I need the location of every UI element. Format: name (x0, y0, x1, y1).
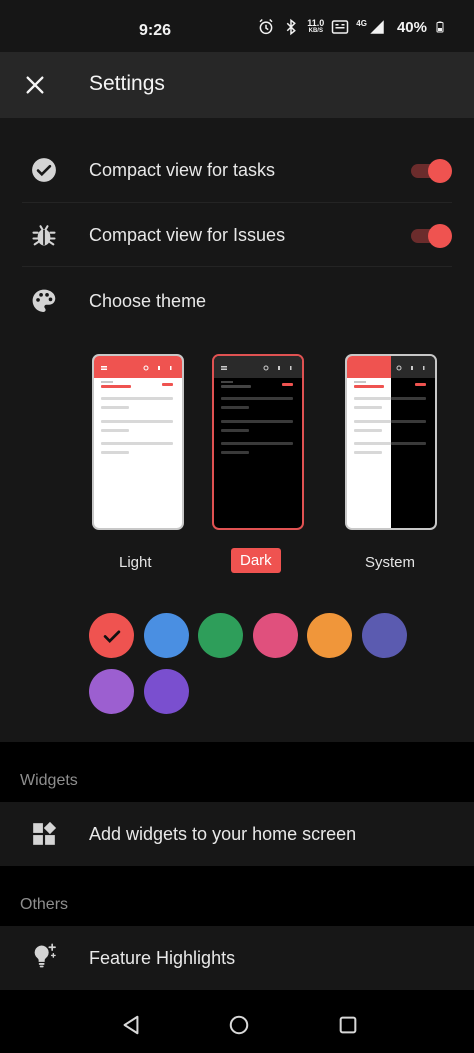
signal-icon (370, 20, 384, 34)
accent-color-swatch[interactable] (361, 613, 407, 658)
accent-color-swatch[interactable] (89, 613, 134, 658)
feature-highlights-row[interactable]: Feature Highlights (0, 926, 474, 990)
theme-card-dark[interactable] (212, 354, 304, 530)
battery-percent: 40% (396, 18, 427, 36)
compact-tasks-row[interactable]: Compact view for tasks (0, 138, 474, 202)
toggle-thumb (428, 159, 452, 183)
compact-issues-toggle[interactable] (408, 224, 452, 248)
compact-issues-row[interactable]: Compact view for Issues (0, 203, 474, 267)
compact-tasks-toggle[interactable] (408, 159, 452, 183)
checkmark-icon (103, 630, 120, 643)
status-icons: 11.0 KB/S 4G 40% (257, 18, 446, 36)
widgets-icon (30, 820, 58, 848)
accent-color-swatch[interactable] (198, 613, 243, 658)
accent-color-swatch[interactable] (143, 613, 189, 658)
accent-color-swatch[interactable] (252, 613, 298, 658)
accent-color-swatch[interactable] (143, 669, 189, 714)
battery-icon (436, 21, 444, 33)
status-bar: 9:26 11.0 KB/S 4G 40% (0, 0, 474, 52)
status-time: 9:26 (139, 22, 172, 39)
system-nav-bar (0, 998, 474, 1053)
dark-theme-preview (214, 356, 302, 454)
divider (22, 266, 452, 267)
theme-label-dark[interactable]: Dark (231, 548, 281, 573)
accent-color-swatch[interactable] (307, 613, 352, 658)
nav-back-button[interactable] (118, 1012, 144, 1038)
palette-icon (30, 287, 58, 315)
others-section-header: Others (20, 896, 69, 913)
volte-icon (332, 20, 349, 34)
theme-card-light[interactable] (92, 354, 184, 530)
nav-home-button[interactable] (226, 1012, 252, 1038)
choose-theme-row: Choose theme (0, 269, 474, 333)
widgets-section-header: Widgets (20, 772, 78, 789)
light-theme-preview (94, 356, 182, 454)
alarm-icon (259, 18, 273, 35)
network-speed: 11.0 KB/S (307, 18, 325, 35)
bluetooth-icon (286, 18, 297, 36)
theme-label-system[interactable]: System (365, 554, 415, 571)
close-icon (26, 76, 44, 94)
close-button[interactable] (20, 70, 50, 100)
add-widgets-row[interactable]: Add widgets to your home screen (0, 802, 474, 866)
nav-recents-button[interactable] (335, 1012, 361, 1038)
lightbulb-icon (30, 942, 58, 970)
page-title: Settings (89, 72, 165, 95)
recents-square-icon (339, 1016, 357, 1034)
network-type: 4G (356, 18, 367, 28)
choose-theme-label: Choose theme (89, 291, 207, 311)
toggle-thumb (428, 224, 452, 248)
check-circle-icon (30, 156, 58, 184)
theme-label-light[interactable]: Light (119, 554, 152, 571)
compact-tasks-label: Compact view for tasks (89, 160, 276, 180)
accent-color-swatch[interactable] (89, 669, 134, 714)
theme-card-system[interactable] (345, 354, 437, 530)
back-triangle-icon (123, 1015, 139, 1035)
home-circle-icon (229, 1015, 249, 1035)
bug-icon (30, 221, 58, 249)
feature-highlights-label: Feature Highlights (89, 948, 236, 968)
app-bar: Settings (0, 52, 474, 118)
system-theme-preview (347, 356, 435, 528)
compact-issues-label: Compact view for Issues (89, 225, 286, 245)
add-widgets-label: Add widgets to your home screen (89, 824, 357, 844)
